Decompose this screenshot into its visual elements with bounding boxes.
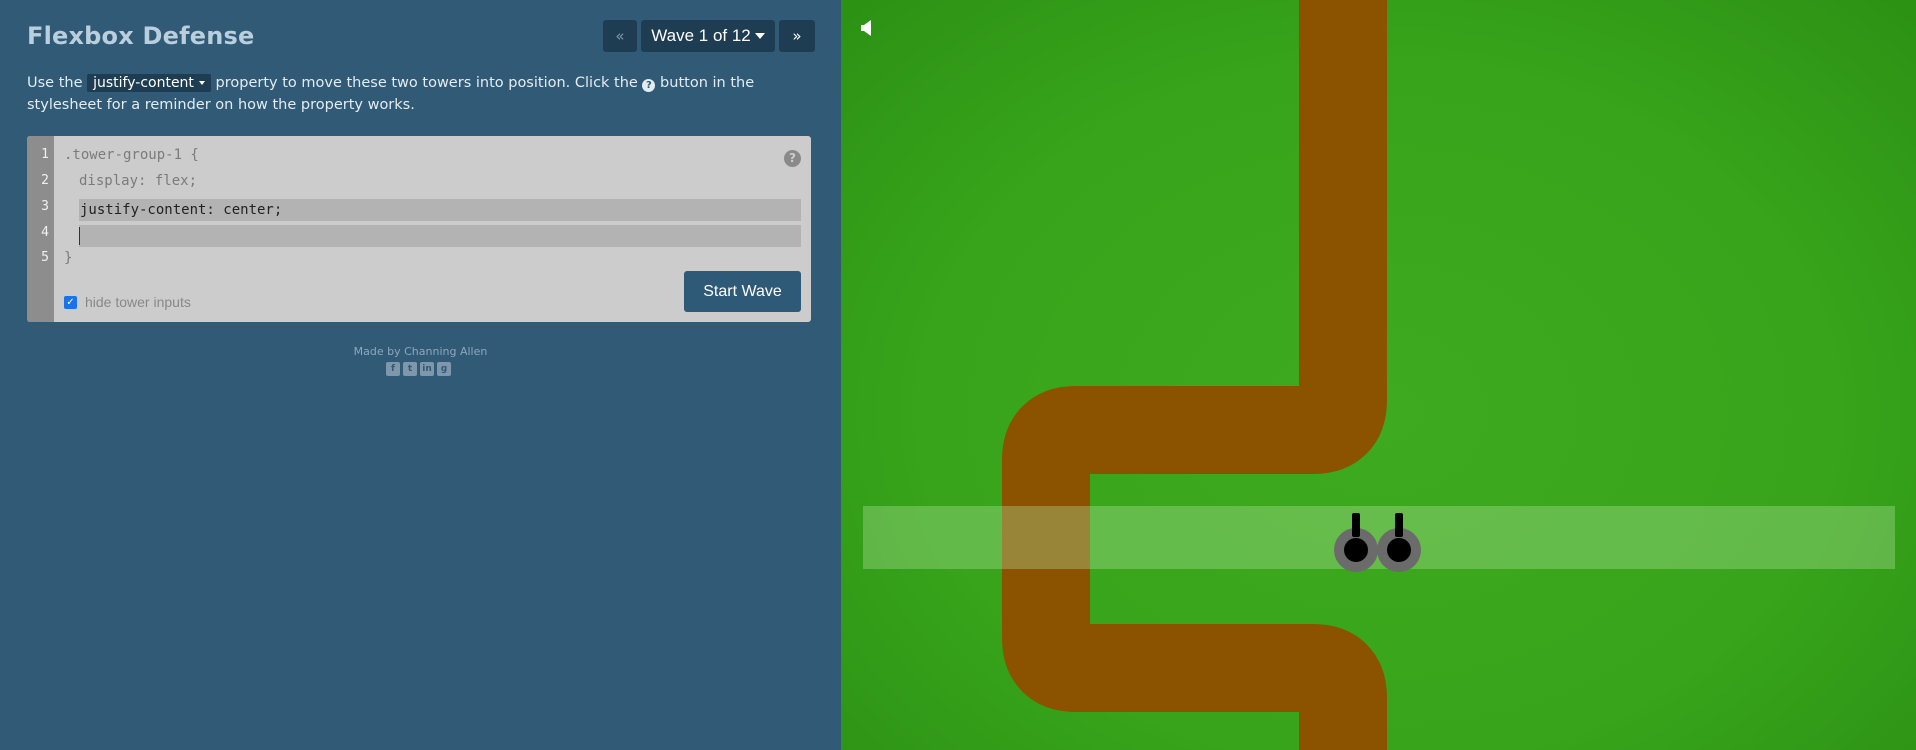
property-dropdown-label: justify-content [93, 75, 194, 91]
instructions: Use the justify-content property to move… [27, 72, 817, 116]
wave-select-label: Wave 1 of 12 [651, 26, 751, 45]
property-dropdown[interactable]: justify-content [87, 74, 211, 92]
page-title: Flexbox Defense [27, 22, 255, 50]
help-button[interactable]: ? [784, 150, 801, 167]
tower [1377, 513, 1421, 572]
wave-navigation: « Wave 1 of 12 » [603, 20, 815, 52]
social-links: f t in g [386, 362, 451, 376]
tower-barrel [1395, 513, 1403, 537]
start-wave-button[interactable]: Start Wave [684, 271, 801, 312]
line-number: 1 [41, 147, 49, 162]
speaker-icon[interactable] [861, 20, 873, 40]
linkedin-icon[interactable]: in [420, 362, 434, 376]
game-board [841, 0, 1916, 750]
instructions-text-2: property to move these two towers into p… [210, 75, 643, 91]
hide-tower-inputs-checkbox[interactable]: ✓ [64, 295, 77, 309]
caret-down-icon [198, 81, 205, 85]
line-number: 2 [41, 173, 49, 188]
left-panel: Flexbox Defense « Wave 1 of 12 » Use the… [0, 0, 841, 750]
line-number: 5 [41, 250, 49, 265]
enemy-path [1002, 0, 1387, 750]
tower-core [1387, 538, 1411, 562]
css-editor: 1 2 3 4 5 .tower-group-1 { display: flex… [27, 136, 811, 322]
prev-wave-button[interactable]: « [603, 20, 637, 52]
closing-brace-line: } [64, 250, 73, 266]
tower [1334, 513, 1378, 572]
facebook-icon[interactable]: f [386, 362, 400, 376]
tower-core [1344, 538, 1368, 562]
code-input-line-2[interactable] [79, 225, 801, 247]
text-cursor [79, 227, 80, 245]
github-icon[interactable]: g [437, 362, 451, 376]
caret-down-icon [754, 33, 765, 39]
line-number: 4 [41, 225, 49, 240]
twitter-icon[interactable]: t [403, 362, 417, 376]
wave-select-button[interactable]: Wave 1 of 12 [641, 20, 775, 52]
line-number-gutter: 1 2 3 4 5 [27, 136, 54, 322]
line-number: 3 [41, 199, 49, 214]
hide-tower-inputs-label: hide tower inputs [85, 294, 191, 310]
dirt-path [1002, 0, 1387, 750]
code-input-line-1[interactable]: justify-content: center; [79, 199, 801, 221]
next-wave-button[interactable]: » [779, 20, 815, 52]
question-icon: ? [642, 79, 656, 92]
hide-tower-inputs-toggle: ✓ hide tower inputs [64, 294, 191, 310]
credit-text: Made by Channing Allen [353, 345, 488, 358]
selector-line: .tower-group-1 { [64, 147, 199, 163]
tower-barrel [1352, 513, 1360, 537]
instructions-text-1: Use the [27, 75, 88, 91]
display-line: display: flex; [79, 173, 198, 189]
